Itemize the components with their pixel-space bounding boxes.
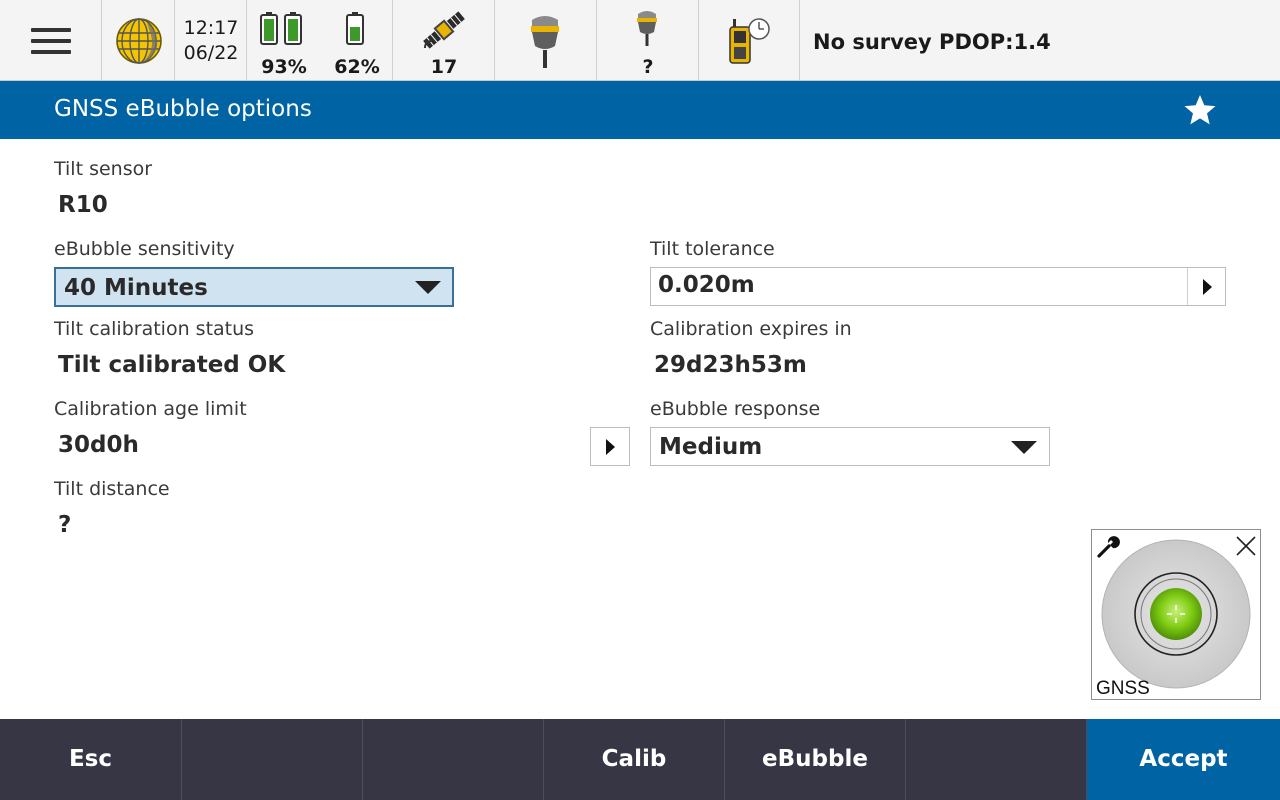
tilt-calibration-status-value: Tilt calibrated OK xyxy=(58,352,286,378)
ebubble-label: GNSS xyxy=(1096,678,1150,699)
softkey-empty-3 xyxy=(906,719,1087,800)
satellite-count: 17 xyxy=(430,56,458,78)
date-text: 06/22 xyxy=(183,42,239,64)
calibration-expires-label: Calibration expires in xyxy=(650,318,852,340)
page-title: GNSS eBubble options xyxy=(54,96,312,122)
ebubble-widget[interactable]: GNSS xyxy=(1091,529,1261,700)
ebubble-response-dropdown[interactable]: Medium xyxy=(650,427,1050,466)
arrow-right-icon xyxy=(606,439,615,455)
ebubble-sensitivity-value: 40 Minutes xyxy=(64,275,208,301)
battery-2-percent: 62% xyxy=(334,56,380,78)
position-button[interactable] xyxy=(102,0,175,80)
arrow-right-icon[interactable] xyxy=(1203,279,1212,295)
satellites-button[interactable]: 17 xyxy=(393,0,495,80)
tilt-tolerance-value: 0.020m xyxy=(658,272,755,298)
satellite-icon xyxy=(423,11,465,49)
tilt-calibration-status-label: Tilt calibration status xyxy=(54,318,255,340)
clock-display: 12:17 06/22 xyxy=(175,0,247,80)
time-text: 12:17 xyxy=(183,17,239,39)
accept-button[interactable]: Accept xyxy=(1087,719,1280,800)
battery-icon xyxy=(260,12,302,45)
title-bar: GNSS eBubble options xyxy=(0,81,1280,139)
calibration-age-limit-value: 30d0h xyxy=(58,432,139,458)
gnss-receiver-icon xyxy=(531,16,559,68)
close-icon[interactable] xyxy=(1234,534,1258,558)
ebubble-response-label: eBubble response xyxy=(650,398,821,420)
menu-button[interactable] xyxy=(0,0,102,80)
battery-icon xyxy=(346,12,364,45)
controller-button[interactable] xyxy=(699,0,800,80)
receiver-2-status: ? xyxy=(642,56,654,78)
tilt-sensor-label: Tilt sensor xyxy=(54,158,153,180)
ebubble-response-value: Medium xyxy=(659,434,763,460)
field-separator xyxy=(1187,268,1188,305)
calib-button[interactable]: Calib xyxy=(544,719,725,800)
globe-icon xyxy=(116,18,162,64)
softkey-empty-1 xyxy=(182,719,363,800)
ebubble-button[interactable]: eBubble xyxy=(725,719,906,800)
tilt-distance-value: ? xyxy=(58,512,72,538)
calibration-age-limit-arrow-button[interactable] xyxy=(590,427,630,466)
tilt-tolerance-label: Tilt tolerance xyxy=(650,238,775,260)
receiver-button[interactable] xyxy=(495,0,597,80)
status-bar: 12:17 06/22 93% 62% 17 ? No survey PDOP:… xyxy=(0,0,1280,81)
calibration-age-limit-label: Calibration age limit xyxy=(54,398,247,420)
softkey-bar: Esc Calib eBubble Accept xyxy=(0,719,1280,800)
survey-status-text: No survey PDOP:1.4 xyxy=(813,30,1051,54)
chevron-down-icon xyxy=(415,281,441,294)
chevron-down-icon xyxy=(1011,441,1037,454)
battery-status[interactable]: 93% 62% xyxy=(247,0,393,80)
calibration-expires-value: 29d23h53m xyxy=(654,352,807,378)
tilt-distance-label: Tilt distance xyxy=(54,478,170,500)
wrench-icon[interactable] xyxy=(1096,534,1122,560)
gnss-receiver-icon xyxy=(637,11,657,46)
battery-1-percent: 93% xyxy=(261,56,307,78)
star-icon[interactable] xyxy=(1183,94,1217,126)
tilt-tolerance-field[interactable]: 0.020m xyxy=(650,267,1226,306)
ebubble-sensitivity-label: eBubble sensitivity xyxy=(54,238,235,260)
esc-button[interactable]: Esc xyxy=(0,719,182,800)
softkey-empty-2 xyxy=(363,719,544,800)
receiver-2-button[interactable]: ? xyxy=(597,0,699,80)
tilt-sensor-value: R10 xyxy=(58,192,108,218)
controller-clock-icon xyxy=(729,18,770,64)
ebubble-sensitivity-dropdown[interactable]: 40 Minutes xyxy=(54,267,454,307)
